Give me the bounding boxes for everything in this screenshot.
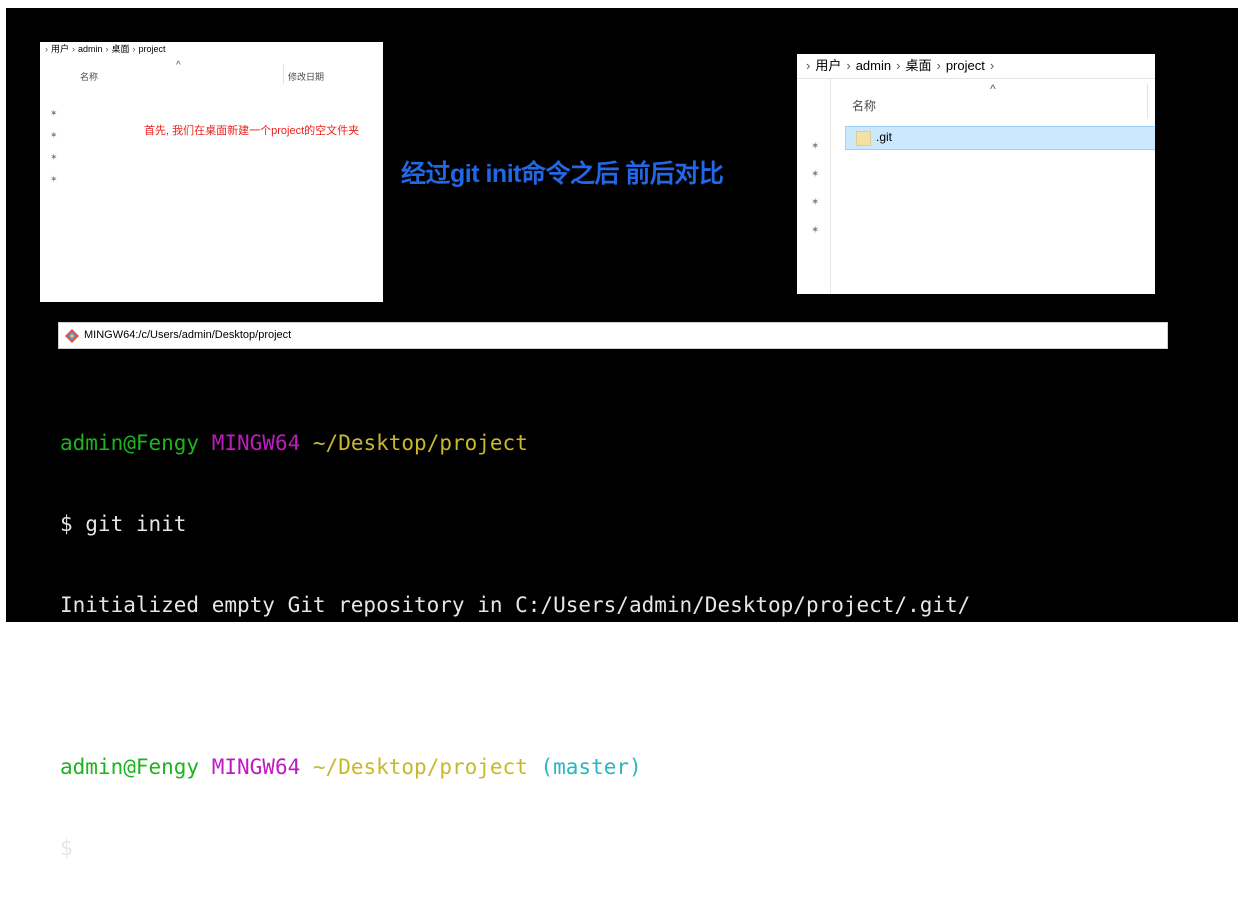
chevron-right-icon: › bbox=[989, 58, 995, 73]
prompt-host: MINGW64 bbox=[211, 431, 301, 455]
column-divider[interactable] bbox=[283, 64, 284, 84]
column-header-name[interactable]: 名称 bbox=[80, 70, 98, 83]
annotation-note: 首先, 我们在桌面新建一个project的空文件夹 bbox=[144, 125, 360, 137]
chevron-right-icon: › bbox=[936, 58, 941, 73]
comparison-caption: 经过git init命令之后 前后对比 bbox=[401, 160, 724, 188]
breadcrumb-item-admin[interactable]: admin bbox=[78, 44, 103, 54]
nav-pane-divider bbox=[830, 79, 831, 294]
command-line: $ git init bbox=[60, 512, 187, 536]
breadcrumb-item-users[interactable]: 用户 bbox=[815, 58, 841, 73]
pin-icon[interactable]: ✶ bbox=[811, 226, 819, 254]
prompt-host: MINGW64 bbox=[211, 755, 301, 779]
quick-access-pins: ✶ ✶ ✶ ✶ bbox=[811, 142, 819, 254]
prompt-branch: (master) bbox=[540, 755, 642, 779]
pin-icon[interactable]: ✶ bbox=[811, 142, 819, 170]
prompt-user: admin@Fengy bbox=[60, 431, 200, 455]
folder-icon bbox=[856, 131, 871, 146]
explorer-window-before: › 用户 › admin › 桌面 › project 名称 ^ 修改日期 ✶ ✶ ✶ ✶ 首… bbox=[40, 42, 383, 302]
breadcrumb-item-desktop[interactable]: 桌面 bbox=[112, 44, 130, 54]
chevron-right-icon: › bbox=[896, 58, 901, 73]
breadcrumb-item-project[interactable]: project bbox=[946, 58, 985, 73]
screenshot-canvas: › 用户 › admin › 桌面 › project 名称 ^ 修改日期 ✶ ✶ ✶ ✶ 首… bbox=[6, 8, 1238, 860]
column-divider[interactable] bbox=[1147, 84, 1148, 118]
prompt-path: ~/Desktop/project bbox=[312, 431, 528, 455]
quick-access-pins: ✶ ✶ ✶ ✶ bbox=[50, 108, 58, 196]
prompt-user: admin@Fengy bbox=[60, 755, 200, 779]
chevron-right-icon: › bbox=[105, 44, 109, 54]
terminal-title: MINGW64:/c/Users/admin/Desktop/project bbox=[84, 329, 292, 341]
pin-icon[interactable]: ✶ bbox=[50, 130, 58, 152]
sort-up-icon: ^ bbox=[176, 60, 181, 71]
column-header-name[interactable]: 名称 bbox=[852, 97, 876, 114]
prompt-line: admin@Fengy MINGW64 ~/Desktop/project bbox=[60, 430, 1220, 457]
pin-icon[interactable]: ✶ bbox=[811, 198, 819, 226]
pin-icon[interactable]: ✶ bbox=[50, 174, 58, 196]
terminal-titlebar[interactable]: MINGW64:/c/Users/admin/Desktop/project bbox=[58, 322, 1168, 349]
breadcrumb-item-desktop[interactable]: 桌面 bbox=[905, 58, 931, 73]
input-line[interactable]: $ bbox=[60, 835, 1220, 862]
breadcrumb[interactable]: › 用户 › admin › 桌面 › project bbox=[40, 42, 383, 56]
chevron-right-icon: › bbox=[72, 44, 76, 54]
prompt-line: admin@Fengy MINGW64 ~/Desktop/project (m… bbox=[60, 754, 1220, 781]
chevron-right-icon: › bbox=[132, 44, 136, 54]
git-bash-icon bbox=[65, 329, 79, 343]
terminal-output[interactable]: admin@Fengy MINGW64 ~/Desktop/project $ … bbox=[60, 376, 1220, 916]
pin-icon[interactable]: ✶ bbox=[50, 108, 58, 130]
explorer-window-after: › 用户 › admin › 桌面 › project › ^ 名称 ✶ ✶ ✶ ✶ .git bbox=[797, 54, 1155, 294]
prompt-path: ~/Desktop/project bbox=[312, 755, 528, 779]
pin-icon[interactable]: ✶ bbox=[811, 170, 819, 198]
column-header-modified[interactable]: 修改日期 bbox=[288, 70, 324, 83]
breadcrumb-item-users[interactable]: 用户 bbox=[51, 44, 69, 54]
breadcrumb-item-project[interactable]: project bbox=[139, 44, 166, 54]
chevron-right-icon: › bbox=[806, 58, 811, 73]
chevron-right-icon: › bbox=[846, 58, 851, 73]
file-name: .git bbox=[876, 130, 893, 144]
breadcrumb-item-admin[interactable]: admin bbox=[856, 58, 891, 73]
command-output: Initialized empty Git repository in C:/U… bbox=[60, 593, 971, 617]
file-row-git[interactable]: .git bbox=[845, 126, 1155, 150]
chevron-right-icon: › bbox=[45, 44, 48, 54]
sort-up-icon: ^ bbox=[990, 82, 996, 96]
breadcrumb[interactable]: › 用户 › admin › 桌面 › project › bbox=[797, 54, 1155, 79]
pin-icon[interactable]: ✶ bbox=[50, 152, 58, 174]
